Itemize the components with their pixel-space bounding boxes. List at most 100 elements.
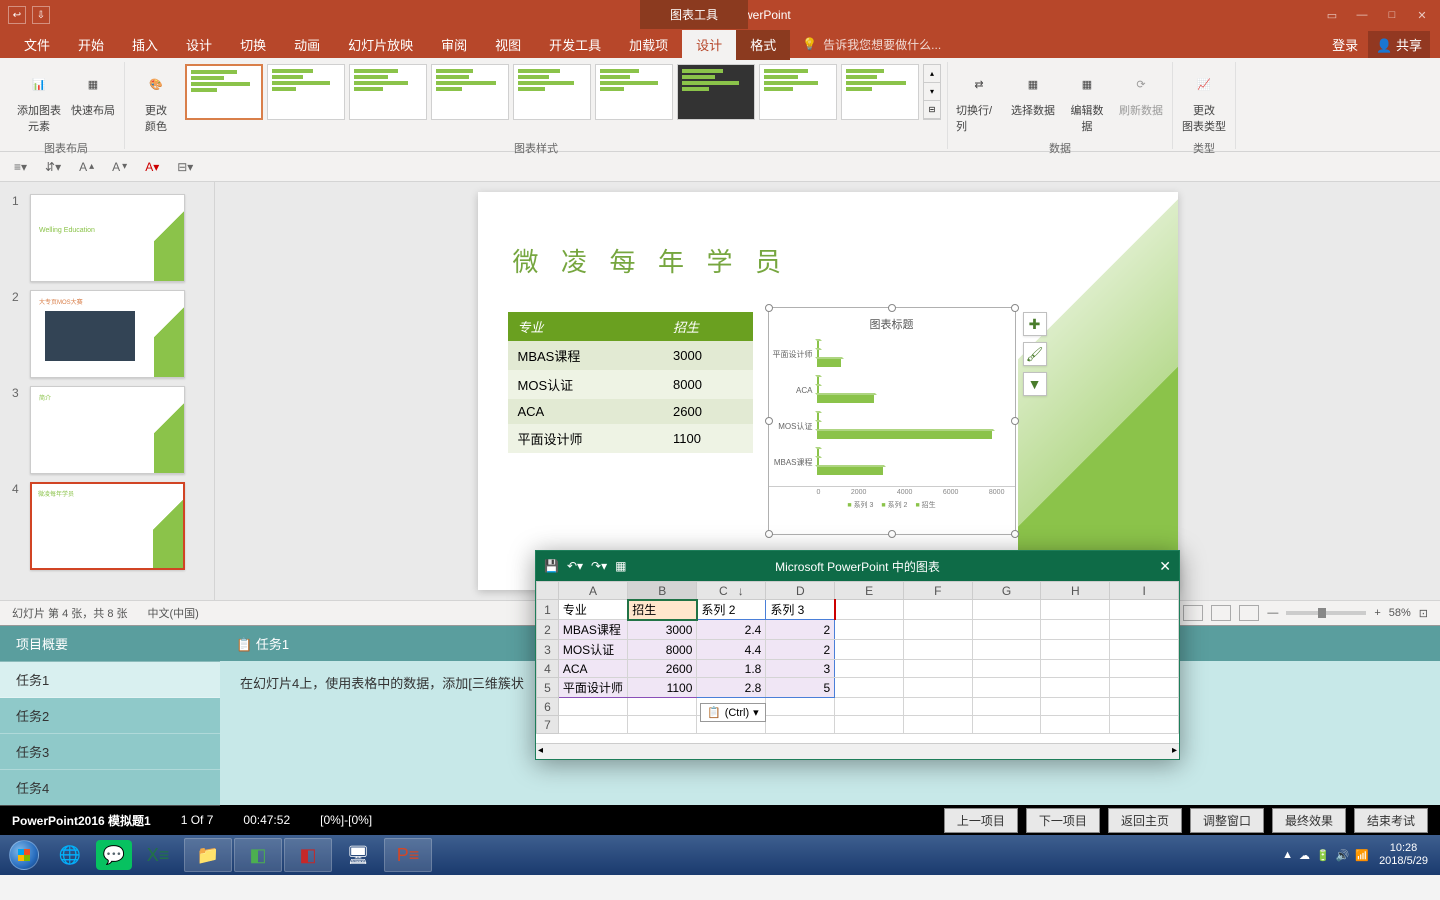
select-data-button[interactable]: ▦选择数据 bbox=[1008, 64, 1058, 122]
chart-style-item[interactable] bbox=[841, 64, 919, 120]
slide-thumbnails-panel[interactable]: 1 Welling Education 2 大专页MOS大赛 3 简介 4 微凌… bbox=[0, 182, 215, 600]
tab-transitions[interactable]: 切换 bbox=[226, 29, 280, 60]
chrome-icon[interactable]: 🌐 bbox=[46, 838, 94, 872]
tray-icon[interactable]: 🔊 bbox=[1336, 849, 1350, 862]
tray-clock[interactable]: 10:282018/5/29 bbox=[1379, 842, 1428, 868]
tab-addins[interactable]: 加载项 bbox=[615, 29, 682, 60]
line-spacing-dropdown[interactable]: ⇵▾ bbox=[41, 158, 65, 176]
task-nav-item[interactable]: 任务4 bbox=[0, 770, 220, 806]
chart-style-item[interactable] bbox=[595, 64, 673, 120]
chart-style-item[interactable] bbox=[513, 64, 591, 120]
style-gallery-more[interactable]: ▴▾⊟ bbox=[923, 64, 941, 120]
chart-title[interactable]: 图表标题 bbox=[769, 308, 1015, 336]
zoom-level[interactable]: 58% bbox=[1389, 607, 1411, 619]
change-colors-button[interactable]: 🎨 更改 颜色 bbox=[131, 64, 181, 138]
tab-review[interactable]: 审阅 bbox=[427, 29, 481, 60]
tab-view[interactable]: 视图 bbox=[481, 29, 535, 60]
font-size-down[interactable]: A▾ bbox=[108, 158, 131, 176]
edit-data-button[interactable]: ▦编辑数 据 bbox=[1062, 64, 1112, 138]
font-size-up[interactable]: A▴ bbox=[75, 158, 98, 176]
indent-btn[interactable]: ⊟▾ bbox=[173, 158, 197, 176]
app-icon[interactable]: 🖥 bbox=[334, 838, 382, 872]
excel-h-scrollbar[interactable]: ◂ ▸ bbox=[536, 743, 1179, 759]
chart-style-item[interactable] bbox=[759, 64, 837, 120]
excel-icon[interactable]: X≡ bbox=[134, 838, 182, 872]
end-exam-button[interactable]: 结束考试 bbox=[1354, 808, 1428, 833]
task-nav-item[interactable]: 任务1 bbox=[0, 662, 220, 698]
next-item-button[interactable]: 下一项目 bbox=[1026, 808, 1100, 833]
redo-icon[interactable]: ↷▾ bbox=[591, 559, 607, 573]
tab-developer[interactable]: 开发工具 bbox=[535, 29, 615, 60]
refresh-data-button[interactable]: ⟳刷新数据 bbox=[1116, 64, 1166, 122]
app-icon[interactable]: ◧ bbox=[234, 838, 282, 872]
paste-options-button[interactable]: 📋 (Ctrl)▾ bbox=[700, 703, 766, 722]
app-icon[interactable]: ◧ bbox=[284, 838, 332, 872]
explorer-icon[interactable]: 📁 bbox=[184, 838, 232, 872]
excel-grid[interactable]: AB C ↓D EF GHI 1 专业 招生 系列 2 系列 3 2 MBAS课… bbox=[536, 581, 1179, 734]
chart-style-item[interactable] bbox=[185, 64, 263, 120]
login-link[interactable]: 登录 bbox=[1332, 35, 1358, 54]
maximize-button[interactable]: □ bbox=[1378, 5, 1406, 25]
slide-thumbnail[interactable]: 微凌每年学员 bbox=[30, 482, 185, 570]
tray-icon[interactable]: ☁ bbox=[1299, 849, 1310, 862]
quick-layout-button[interactable]: ▦ 快速布局 bbox=[68, 64, 118, 122]
add-chart-element-button[interactable]: 📊 添加图表 元素 bbox=[14, 64, 64, 138]
slide-thumbnail[interactable]: 大专页MOS大赛 bbox=[30, 290, 185, 378]
lang-indicator[interactable]: 中文(中国) bbox=[148, 605, 199, 621]
slide-thumbnail[interactable]: Welling Education bbox=[30, 194, 185, 282]
font-color[interactable]: A▾ bbox=[141, 158, 163, 176]
excel-data-window[interactable]: 💾 ↶▾ ↷▾ ▦ Microsoft PowerPoint 中的图表 ✕ AB… bbox=[535, 550, 1180, 760]
powerpoint-icon[interactable]: P≡ bbox=[384, 838, 432, 872]
slideshow-view-button[interactable] bbox=[1239, 605, 1259, 621]
chart-filter-icon[interactable]: ▼ bbox=[1023, 372, 1047, 396]
share-button[interactable]: 👤 共享 bbox=[1368, 31, 1430, 58]
preview-button[interactable]: 最终效果 bbox=[1272, 808, 1346, 833]
grid-icon[interactable]: ▦ bbox=[615, 559, 626, 573]
prev-item-button[interactable]: 上一项目 bbox=[944, 808, 1018, 833]
tab-chart-design[interactable]: 设计 bbox=[682, 29, 736, 60]
return-home-button[interactable]: 返回主页 bbox=[1108, 808, 1182, 833]
chart-style-item[interactable] bbox=[267, 64, 345, 120]
slide-canvas[interactable]: 微 凌 每 年 学 员 专业招生 MBAS课程3000 MOS认证8000 AC… bbox=[215, 182, 1440, 600]
excel-close-button[interactable]: ✕ bbox=[1159, 558, 1171, 575]
task-nav-item[interactable]: 任务3 bbox=[0, 734, 220, 770]
wechat-icon[interactable]: 💬 bbox=[96, 840, 132, 870]
chart-plus-icon[interactable]: ✚ bbox=[1023, 312, 1047, 336]
undo-icon[interactable]: ↶▾ bbox=[567, 559, 583, 573]
chart-object[interactable]: 图表标题 平面设计师 ACA MOS认证 MBAS课程 020004000600… bbox=[768, 307, 1016, 535]
chart-brush-icon[interactable]: 🖌 bbox=[1023, 342, 1047, 366]
tab-design-slide[interactable]: 设计 bbox=[172, 29, 226, 60]
slide-thumbnail[interactable]: 简介 bbox=[30, 386, 185, 474]
tab-insert[interactable]: 插入 bbox=[118, 29, 172, 60]
task-nav-item[interactable]: 任务2 bbox=[0, 698, 220, 734]
reading-view-button[interactable] bbox=[1211, 605, 1231, 621]
chart-style-item[interactable] bbox=[677, 64, 755, 120]
tab-file[interactable]: 文件 bbox=[10, 29, 64, 60]
change-chart-type-button[interactable]: 📈更改 图表类型 bbox=[1179, 64, 1229, 138]
align-dropdown[interactable]: ≡▾ bbox=[10, 158, 31, 176]
sorter-view-button[interactable] bbox=[1183, 605, 1203, 621]
tab-animations[interactable]: 动画 bbox=[280, 29, 334, 60]
chart-plot-area[interactable]: 平面设计师 ACA MOS认证 MBAS课程 bbox=[769, 336, 1015, 486]
tell-me[interactable]: 💡告诉我您想要做什么... bbox=[802, 36, 941, 53]
chart-style-item[interactable] bbox=[431, 64, 509, 120]
qat-btn[interactable]: ⇩ bbox=[32, 6, 50, 24]
tab-home[interactable]: 开始 bbox=[64, 29, 118, 60]
start-button[interactable] bbox=[4, 838, 44, 872]
tray-icon[interactable]: 🔋 bbox=[1316, 849, 1330, 862]
slide-data-table[interactable]: 专业招生 MBAS课程3000 MOS认证8000 ACA2600 平面设计师1… bbox=[508, 312, 753, 453]
chart-style-item[interactable] bbox=[349, 64, 427, 120]
fit-button[interactable]: ⊡ bbox=[1419, 607, 1428, 620]
qat-btn[interactable]: ↩ bbox=[8, 6, 26, 24]
minimize-button[interactable]: — bbox=[1348, 5, 1376, 25]
ribbon-options-icon[interactable]: ▭ bbox=[1318, 5, 1346, 25]
chart-legend[interactable]: 系列 3系列 2招生 bbox=[769, 496, 1015, 514]
tab-slideshow[interactable]: 幻灯片放映 bbox=[334, 29, 427, 60]
save-icon[interactable]: 💾 bbox=[544, 559, 559, 573]
adjust-window-button[interactable]: 调整窗口 bbox=[1190, 808, 1264, 833]
switch-row-column-button[interactable]: ⇄切换行/列 bbox=[954, 64, 1004, 138]
close-button[interactable]: ✕ bbox=[1408, 5, 1436, 25]
task-nav-overview[interactable]: 项目概要 bbox=[0, 626, 220, 662]
vertical-scrollbar[interactable] bbox=[1424, 182, 1440, 600]
tray-icon[interactable]: ▲ bbox=[1282, 849, 1293, 862]
